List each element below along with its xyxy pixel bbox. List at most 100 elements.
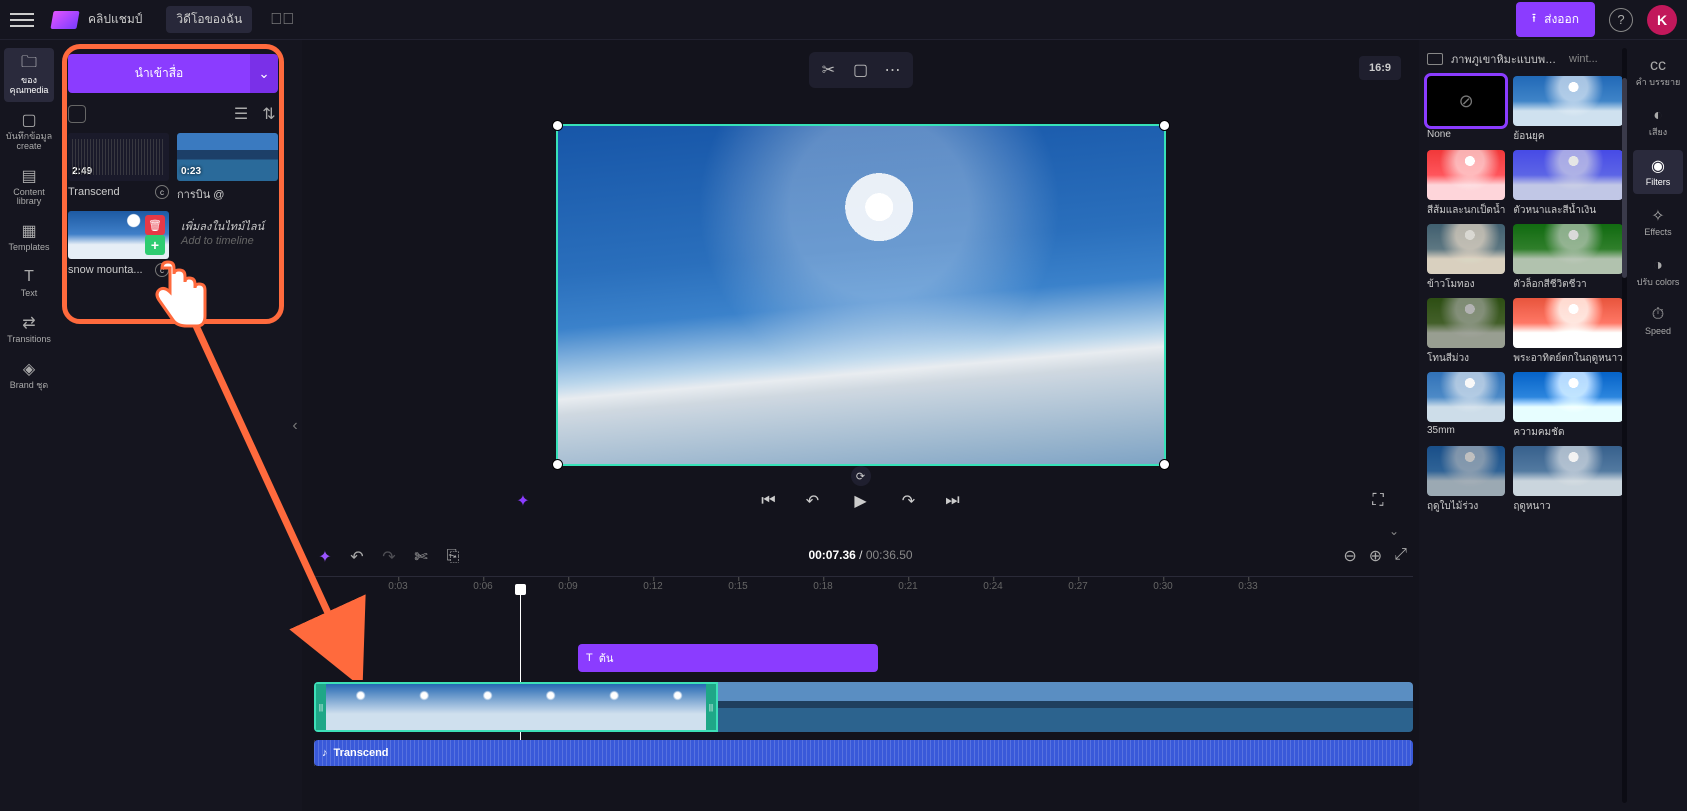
audio-clip[interactable]: ♪ Transcend	[314, 740, 1413, 766]
app-logo-icon[interactable]	[50, 11, 79, 29]
filter-โทนสีม่วง[interactable]: โทนสีม่วง	[1427, 298, 1505, 366]
preview-toolbar: ✂ ▢ ⋯	[809, 52, 913, 88]
filter-ฤดูใบไม้ร่วง[interactable]: ฤดูใบไม้ร่วง	[1427, 446, 1505, 514]
rail-content-library[interactable]: ▤Content library	[4, 160, 54, 214]
fit-timeline-icon[interactable]: ⤢	[1394, 546, 1407, 566]
clip-handle-right[interactable]: ||	[706, 684, 716, 730]
collapse-preview-icon[interactable]: ⌄	[1389, 524, 1399, 538]
crop-icon[interactable]: ✂	[815, 58, 843, 82]
split-icon[interactable]: ✄	[412, 548, 430, 566]
rail-text[interactable]: TText	[4, 261, 54, 305]
fit-icon[interactable]: ▢	[847, 58, 875, 82]
rotate-handle[interactable]: ⟳	[851, 466, 871, 486]
rail-brand[interactable]: ◈Brand ชุด	[4, 353, 54, 397]
menu-icon[interactable]	[10, 8, 34, 32]
help-icon[interactable]: ?	[1609, 8, 1633, 32]
collapse-panel-button[interactable]: ‹	[288, 40, 302, 811]
media-item-audio[interactable]: 2:49 Transcendc	[68, 133, 169, 203]
avatar[interactable]: K	[1647, 5, 1677, 35]
rewind-icon[interactable]: ↶	[802, 490, 824, 512]
effects-icon: ✧	[1647, 206, 1669, 226]
project-name[interactable]: คลิปแชมป์	[88, 10, 142, 29]
rail-record[interactable]: ▢บันทึกข้อมูล create	[4, 104, 54, 158]
video-track[interactable]: || ||	[314, 682, 1413, 732]
filter-None[interactable]: ⊘None	[1427, 76, 1505, 144]
ruler-tick: 0:21	[898, 581, 917, 592]
resize-handle[interactable]	[553, 460, 562, 469]
preview-canvas[interactable]: ⟳	[556, 124, 1166, 466]
preview-area: ✂ ▢ ⋯ 16:9 ⟳ ✦ ⏮ ↶ ▶ ↷ ⏭ ⛶ ⌄	[302, 40, 1419, 540]
video-clip-2[interactable]	[718, 682, 1413, 732]
import-media-dropdown[interactable]: ⌄	[250, 54, 278, 93]
rail-adjust-colors[interactable]: ◑ปรับ colors	[1633, 250, 1683, 294]
sort-icon[interactable]: ⇅	[260, 105, 278, 123]
media-item-video-flight[interactable]: 0:23 การบิน @	[177, 133, 278, 203]
add-to-timeline-icon[interactable]: +	[145, 235, 165, 255]
filter-สีส้มและนกเป็ดน้ำ[interactable]: สีส้มและนกเป็ดน้ำ	[1427, 150, 1505, 218]
rail-filters[interactable]: ◉Filters	[1633, 150, 1683, 194]
filter-ตัวหนาและสีน้ำเงิน[interactable]: ตัวหนาและสีน้ำเงิน	[1513, 150, 1622, 218]
ruler-tick: 0:06	[473, 581, 492, 592]
text-clip[interactable]: T ต้น	[578, 644, 878, 672]
rail-templates[interactable]: ▦Templates	[4, 215, 54, 259]
library-icon: ▤	[18, 166, 40, 186]
resize-handle[interactable]	[553, 121, 562, 130]
left-rail: 🗀ของคุณmedia ▢บันทึกข้อมูล create ▤Conte…	[0, 40, 58, 811]
timecode: 00:07.36 / 00:36.50	[808, 548, 912, 562]
more-icon[interactable]: ⋯	[879, 58, 907, 82]
play-button[interactable]: ▶	[846, 486, 876, 516]
filter-พระอาทิตย์ตกในฤดูหนาว[interactable]: พระอาทิตย์ตกในฤดูหนาว	[1513, 298, 1622, 366]
rail-media[interactable]: 🗀ของคุณmedia	[4, 48, 54, 102]
rail-transitions[interactable]: ⇄Transitions	[4, 307, 54, 351]
breadcrumb[interactable]: ภาพภูเขาหิมะแบบพาโนรามา wint...	[1427, 50, 1621, 68]
filter-ย้อนยุค[interactable]: ย้อนยุค	[1513, 76, 1622, 144]
tooltip-add-to-timeline: เพิ่มลงในไทม์ไลน์ Add to timeline	[177, 211, 278, 277]
cc-icon: c	[155, 263, 169, 277]
panel-scrollbar[interactable]	[1622, 48, 1627, 803]
export-label: ส่งออก	[1544, 10, 1579, 29]
filter-ตัวล็อกสีชีวิตชีวา[interactable]: ตัวล็อกสีชีวิตชีวา	[1513, 224, 1622, 292]
video-clip-selected[interactable]: || ||	[314, 682, 718, 732]
aspect-ratio-button[interactable]: 16:9	[1359, 56, 1401, 80]
transitions-icon: ⇄	[18, 313, 40, 333]
clipboard-icon[interactable]: ⎘	[444, 548, 462, 566]
undo-icon[interactable]: ↶	[348, 548, 366, 566]
filter-ฤดูหนาว[interactable]: ฤดูหนาว	[1513, 446, 1622, 514]
rail-captions[interactable]: ccคำ บรรยาย	[1633, 50, 1683, 94]
filter-ความคมชัด[interactable]: ความคมชัด	[1513, 372, 1622, 440]
filter-ข้าวโมทอง[interactable]: ข้าวโมทอง	[1427, 224, 1505, 292]
tab-my-videos[interactable]: วิดีโอของฉัน	[166, 6, 252, 33]
resize-handle[interactable]	[1160, 121, 1169, 130]
select-all-checkbox[interactable]	[68, 105, 86, 123]
playback-controls: ✦ ⏮ ↶ ▶ ↷ ⏭ ⛶	[302, 486, 1419, 516]
cc-icon: c	[155, 185, 169, 199]
skip-start-icon[interactable]: ⏮	[758, 490, 780, 512]
forward-icon[interactable]: ↷	[898, 490, 920, 512]
redo-icon[interactable]: ↷	[380, 548, 398, 566]
rail-effects[interactable]: ✧Effects	[1633, 200, 1683, 244]
right-rail: ccคำ บรรยาย ◐เสียง ◉Filters ✧Effects ◑ปร…	[1629, 40, 1687, 811]
filters-icon: ◉	[1647, 156, 1669, 176]
cloud-disabled-icon[interactable]: ☁⃠	[270, 11, 294, 29]
ruler-tick: 0:09	[558, 581, 577, 592]
ai-sparkle-icon[interactable]: ✦	[316, 548, 334, 566]
delete-icon[interactable]: 🗑	[145, 215, 165, 235]
timeline-ruler[interactable]: 0:030:060:090:120:150:180:210:240:270:30…	[308, 576, 1413, 606]
filter-35mm[interactable]: 35mm	[1427, 372, 1505, 440]
resize-handle[interactable]	[1160, 460, 1169, 469]
templates-icon: ▦	[18, 221, 40, 241]
fullscreen-icon[interactable]: ⛶	[1367, 490, 1389, 512]
skip-end-icon[interactable]: ⏭	[942, 490, 964, 512]
ruler-tick: 0:12	[643, 581, 662, 592]
media-item-snow-mountain[interactable]: 🗑 + snow mounta...c	[68, 211, 169, 277]
speed-icon: ⏱	[1647, 305, 1669, 325]
clip-handle-left[interactable]: ||	[316, 684, 326, 730]
rail-audio[interactable]: ◐เสียง	[1633, 100, 1683, 144]
zoom-out-icon[interactable]: ⊖	[1343, 546, 1356, 566]
import-media-button[interactable]: นำเข้าสื่อ	[68, 54, 250, 93]
zoom-in-icon[interactable]: ⊕	[1369, 546, 1382, 566]
filter-icon[interactable]: ☰	[232, 105, 250, 123]
keyframe-icon[interactable]: ✦	[512, 490, 534, 512]
export-button[interactable]: ⭱ ส่งออก	[1516, 2, 1595, 37]
rail-speed[interactable]: ⏱Speed	[1633, 299, 1683, 343]
